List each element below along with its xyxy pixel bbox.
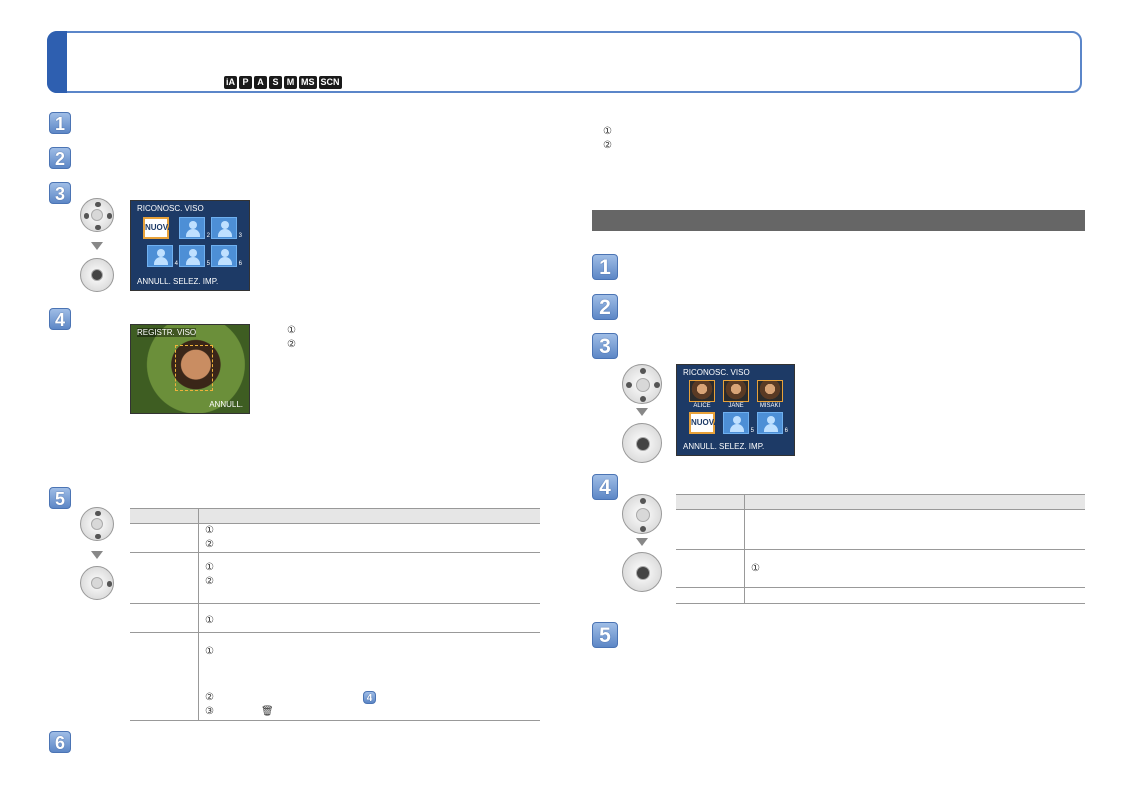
step-badge-6: 6 — [49, 731, 71, 753]
screen-footer: ANNULL. SELEZ. IMP. — [683, 442, 765, 451]
mode-m-icon: M — [284, 76, 297, 89]
face-slot-3-icon: 3 — [211, 217, 242, 239]
face-name-jane: JANE — [728, 403, 744, 409]
right-step-badge-4: 4 — [592, 474, 618, 500]
face-photo-misaki — [757, 380, 783, 402]
mode-scn-icon: SCN — [318, 76, 342, 89]
face-slot-5-icon: 5 — [723, 412, 754, 434]
step-badge-5: 5 — [49, 487, 71, 509]
mode-ia-icon: iA — [224, 76, 237, 89]
registered-faces-screen: RICONOSC. VISO ALICE JANE MISAKI NUOVA 5… — [676, 364, 795, 456]
face-slot-6-icon: 6 — [757, 412, 788, 434]
step4-circled-2: ② — [287, 339, 296, 350]
step4-circled-1: ① — [287, 325, 296, 336]
section-header — [47, 31, 1082, 93]
right-circled-1: ① — [603, 126, 612, 137]
right-step-badge-2: 2 — [592, 294, 618, 320]
mode-ms-icon: MS — [299, 76, 317, 89]
screen-title: RICONOSC. VISO — [137, 204, 204, 213]
new-slot: NUOVA — [143, 217, 173, 239]
arrow-down-icon — [636, 408, 648, 416]
face-photo-alice — [689, 380, 715, 402]
dpad-set-icon — [80, 258, 114, 292]
section-header-tab — [47, 31, 67, 93]
face-recog-screen: RICONOSC. VISO NUOVA 2 3 4 5 6 ANNULL. S… — [130, 200, 250, 291]
step-badge-4: 4 — [49, 308, 71, 330]
face-slot-4-icon: 4 — [147, 245, 178, 267]
recording-modes: iA P A S M MS SCN — [224, 76, 342, 89]
dpad-icon — [80, 198, 114, 232]
face-slot-2-icon: 2 — [179, 217, 210, 239]
mode-a-icon: A — [254, 76, 267, 89]
face-name-misaki: MISAKI — [759, 403, 781, 409]
face-guide-frame — [175, 345, 213, 391]
dpad-right-icon — [80, 566, 114, 600]
arrow-down-icon — [636, 538, 648, 546]
right-step-badge-1: 1 — [592, 254, 618, 280]
arrow-down-icon — [91, 551, 103, 559]
mode-p-icon: P — [239, 76, 252, 89]
dpad-updown-icon — [80, 507, 114, 541]
right-step-badge-3: 3 — [592, 333, 618, 359]
subsection-band — [592, 210, 1085, 231]
right-circled-2: ② — [603, 140, 612, 151]
face-name-alice: ALICE — [693, 403, 711, 409]
face-photo-jane — [723, 380, 749, 402]
step5-table: ①② ①② ① ① ② 4 ③ 🗑 — [130, 508, 540, 721]
capture-cancel-label: ANNULL. — [209, 400, 243, 409]
arrow-down-icon — [91, 242, 103, 250]
right-dpad-set-icon — [622, 423, 662, 463]
right-dpad-updown-icon — [622, 494, 662, 534]
mode-s-icon: S — [269, 76, 282, 89]
right-dpad-set-icon — [622, 552, 662, 592]
right-dpad-icon — [622, 364, 662, 404]
step-badge-2: 2 — [49, 147, 71, 169]
capture-screen-title: REGISTR. VISO — [137, 328, 197, 337]
step-ref-4: 4 — [363, 691, 376, 704]
right-step-badge-5: 5 — [592, 622, 618, 648]
face-slot-5-icon: 5 — [179, 245, 210, 267]
face-capture-screen: REGISTR. VISO ANNULL. — [130, 324, 250, 414]
screen-title: RICONOSC. VISO — [683, 368, 750, 377]
new-slot: NUOVA — [689, 412, 719, 434]
trash-icon: 🗑 — [261, 706, 274, 717]
screen-footer: ANNULL. SELEZ. IMP. — [137, 277, 219, 286]
step-badge-3: 3 — [49, 182, 71, 204]
step-badge-1: 1 — [49, 112, 71, 134]
right-step4-table: ① — [676, 494, 1085, 604]
face-slot-6-icon: 6 — [211, 245, 242, 267]
